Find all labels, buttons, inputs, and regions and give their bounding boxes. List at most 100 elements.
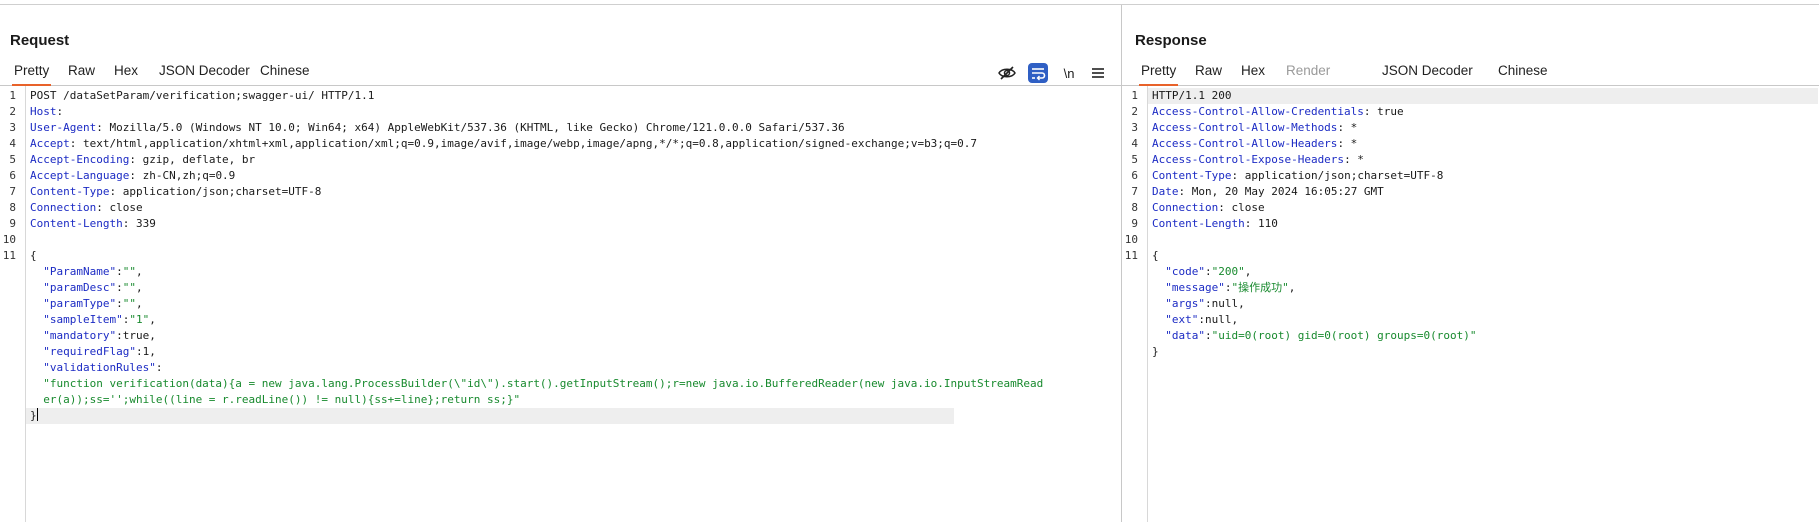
code-line[interactable]: 3 Access-Control-Allow-Methods: * <box>1122 120 1819 136</box>
request-tab-json-decoder[interactable]: JSON Decoder <box>157 62 252 84</box>
header-name: Content-Length <box>30 217 123 230</box>
json-punct: :1, <box>135 345 156 358</box>
code-line[interactable]: "paramType":"", <box>0 296 1121 312</box>
code-line[interactable]: er(a));ss='';while((line = r.readLine())… <box>0 392 1121 408</box>
code-line[interactable]: 3 User-Agent: Mozilla/5.0 (Windows NT 10.… <box>0 120 1121 136</box>
code-line[interactable]: 4 Access-Control-Allow-Headers: * <box>1122 136 1819 152</box>
line-content: "data":"uid=0(root) gid=0(root) groups=0… <box>1152 328 1477 344</box>
line-content: Host: <box>30 104 63 120</box>
request-tab-raw[interactable]: Raw <box>66 62 97 84</box>
code-line[interactable]: "paramDesc":"", <box>0 280 1121 296</box>
hamburger-icon <box>1092 68 1104 78</box>
code-line[interactable]: "data":"uid=0(root) gid=0(root) groups=0… <box>1122 328 1819 344</box>
json-string: "" <box>122 297 136 310</box>
code-line[interactable]: 4 Accept: text/html,application/xhtml+xml… <box>0 136 1121 152</box>
json-string: "" <box>122 281 136 294</box>
code-line[interactable]: 7 Date: Mon, 20 May 2024 16:05:27 GMT <box>1122 184 1819 200</box>
word-wrap-icon <box>1028 63 1048 83</box>
header-value: 110 <box>1251 217 1278 230</box>
current-line-highlight <box>26 408 954 424</box>
code-line[interactable]: "ext":null, <box>1122 312 1819 328</box>
line-content: Access-Control-Allow-Methods: * <box>1152 120 1357 136</box>
request-editor[interactable]: 1 POST /dataSetParam/verification;swagger… <box>0 88 1121 424</box>
code-line[interactable]: "ParamName":"", <box>0 264 1121 280</box>
header-name: Access-Control-Expose-Headers <box>1152 153 1345 166</box>
code-line[interactable]: 11 { <box>1122 248 1819 264</box>
text-caret <box>36 408 38 421</box>
code-text: POST /dataSetParam/verification;swagger-… <box>30 89 375 102</box>
line-number: 4 <box>9 137 16 150</box>
response-tab-json-decoder[interactable]: JSON Decoder <box>1380 62 1475 84</box>
request-pane: Request Pretty Raw Hex JSON Decoder Chin… <box>0 5 1121 522</box>
menu-button[interactable] <box>1087 62 1109 84</box>
line-content: "ParamName":"", <box>30 264 143 280</box>
code-line[interactable]: } <box>0 408 1121 424</box>
hide-nonprintable-button[interactable] <box>996 62 1018 84</box>
code-line[interactable]: "requiredFlag":1, <box>0 344 1121 360</box>
line-content: } <box>1152 344 1159 360</box>
response-tab-hex[interactable]: Hex <box>1239 62 1267 84</box>
json-string: "操作成功" <box>1231 281 1289 294</box>
newline-toggle[interactable]: \n <box>1058 62 1080 84</box>
json-string: "uid=0(root) gid=0(root) groups=0(root)" <box>1211 329 1477 342</box>
word-wrap-toggle[interactable] <box>1027 62 1049 84</box>
code-line[interactable]: "code":"200", <box>1122 264 1819 280</box>
eye-slash-icon <box>998 66 1016 80</box>
json-string: "" <box>122 265 136 278</box>
line-number: 7 <box>9 185 16 198</box>
code-line[interactable]: "sampleItem":"1", <box>0 312 1121 328</box>
header-value: close <box>102 201 143 214</box>
header-name: Host <box>30 105 57 118</box>
line-content: Access-Control-Allow-Credentials: true <box>1152 104 1404 120</box>
json-punct: :true, <box>116 329 156 342</box>
code-line[interactable]: 8 Connection: close <box>0 200 1121 216</box>
line-number: 9 <box>9 217 16 230</box>
code-line[interactable]: 8 Connection: close <box>1122 200 1819 216</box>
header-separator: : <box>129 153 136 166</box>
code-line[interactable]: 2 Host: <box>0 104 1121 120</box>
code-line[interactable]: 6 Accept-Language: zh-CN,zh;q=0.9 <box>0 168 1121 184</box>
request-tab-pretty[interactable]: Pretty <box>12 62 52 86</box>
code-line[interactable]: 10 <box>0 232 1121 248</box>
code-line[interactable]: "args":null, <box>1122 296 1819 312</box>
code-line[interactable]: "validationRules": <box>0 360 1121 376</box>
code-line[interactable]: 10 <box>1122 232 1819 248</box>
json-punct: : <box>1204 329 1212 342</box>
code-line[interactable]: 1 POST /dataSetParam/verification;swagger… <box>0 88 1121 104</box>
code-line[interactable]: 6 Content-Type: application/json;charset=… <box>1122 168 1819 184</box>
code-line[interactable]: 7 Content-Type: application/json;charset=… <box>0 184 1121 200</box>
line-content: "validationRules": <box>30 360 162 376</box>
response-tab-pretty[interactable]: Pretty <box>1139 62 1179 86</box>
code-line[interactable]: 2 Access-Control-Allow-Credentials: true <box>1122 104 1819 120</box>
json-string: er(a));ss='';while((line = r.readLine())… <box>30 393 521 406</box>
code-line[interactable]: 11 { <box>0 248 1121 264</box>
code-line[interactable]: 5 Access-Control-Expose-Headers: * <box>1122 152 1819 168</box>
json-punct: , <box>135 265 143 278</box>
response-tab-raw[interactable]: Raw <box>1193 62 1224 84</box>
response-editor[interactable]: 1 HTTP/1.1 200 2 Access-Control-Allow-Crede… <box>1122 88 1819 360</box>
code-line[interactable]: 1 HTTP/1.1 200 <box>1122 88 1819 104</box>
request-tab-chinese[interactable]: Chinese <box>258 62 312 84</box>
code-line[interactable]: "mandatory":true, <box>0 328 1121 344</box>
line-number: 3 <box>1131 121 1138 134</box>
response-tab-chinese[interactable]: Chinese <box>1496 62 1550 84</box>
header-name: Accept-Encoding <box>30 153 130 166</box>
code-line[interactable]: "message":"操作成功", <box>1122 280 1819 296</box>
json-key: "requiredFlag" <box>30 345 136 358</box>
line-content: "ext":null, <box>1152 312 1238 328</box>
code-line[interactable]: 5 Accept-Encoding: gzip, deflate, br <box>0 152 1121 168</box>
json-key: "mandatory" <box>30 329 117 342</box>
code-line[interactable]: "function verification(data){a = new jav… <box>0 376 1121 392</box>
header-value: gzip, deflate, br <box>135 153 256 166</box>
code-line[interactable]: } <box>1122 344 1819 360</box>
code-line[interactable]: 9 Content-Length: 110 <box>1122 216 1819 232</box>
json-string: "1" <box>129 313 150 326</box>
header-value: application/json;charset=UTF-8 <box>116 185 322 198</box>
header-value: zh-CN,zh;q=0.9 <box>135 169 236 182</box>
json-punct: , <box>135 281 143 294</box>
code-line[interactable]: 9 Content-Length: 339 <box>0 216 1121 232</box>
line-content: "code":"200", <box>1152 264 1251 280</box>
json-key: "code" <box>1152 265 1205 278</box>
request-tab-hex[interactable]: Hex <box>112 62 140 84</box>
json-key: "validationRules" <box>30 361 156 374</box>
